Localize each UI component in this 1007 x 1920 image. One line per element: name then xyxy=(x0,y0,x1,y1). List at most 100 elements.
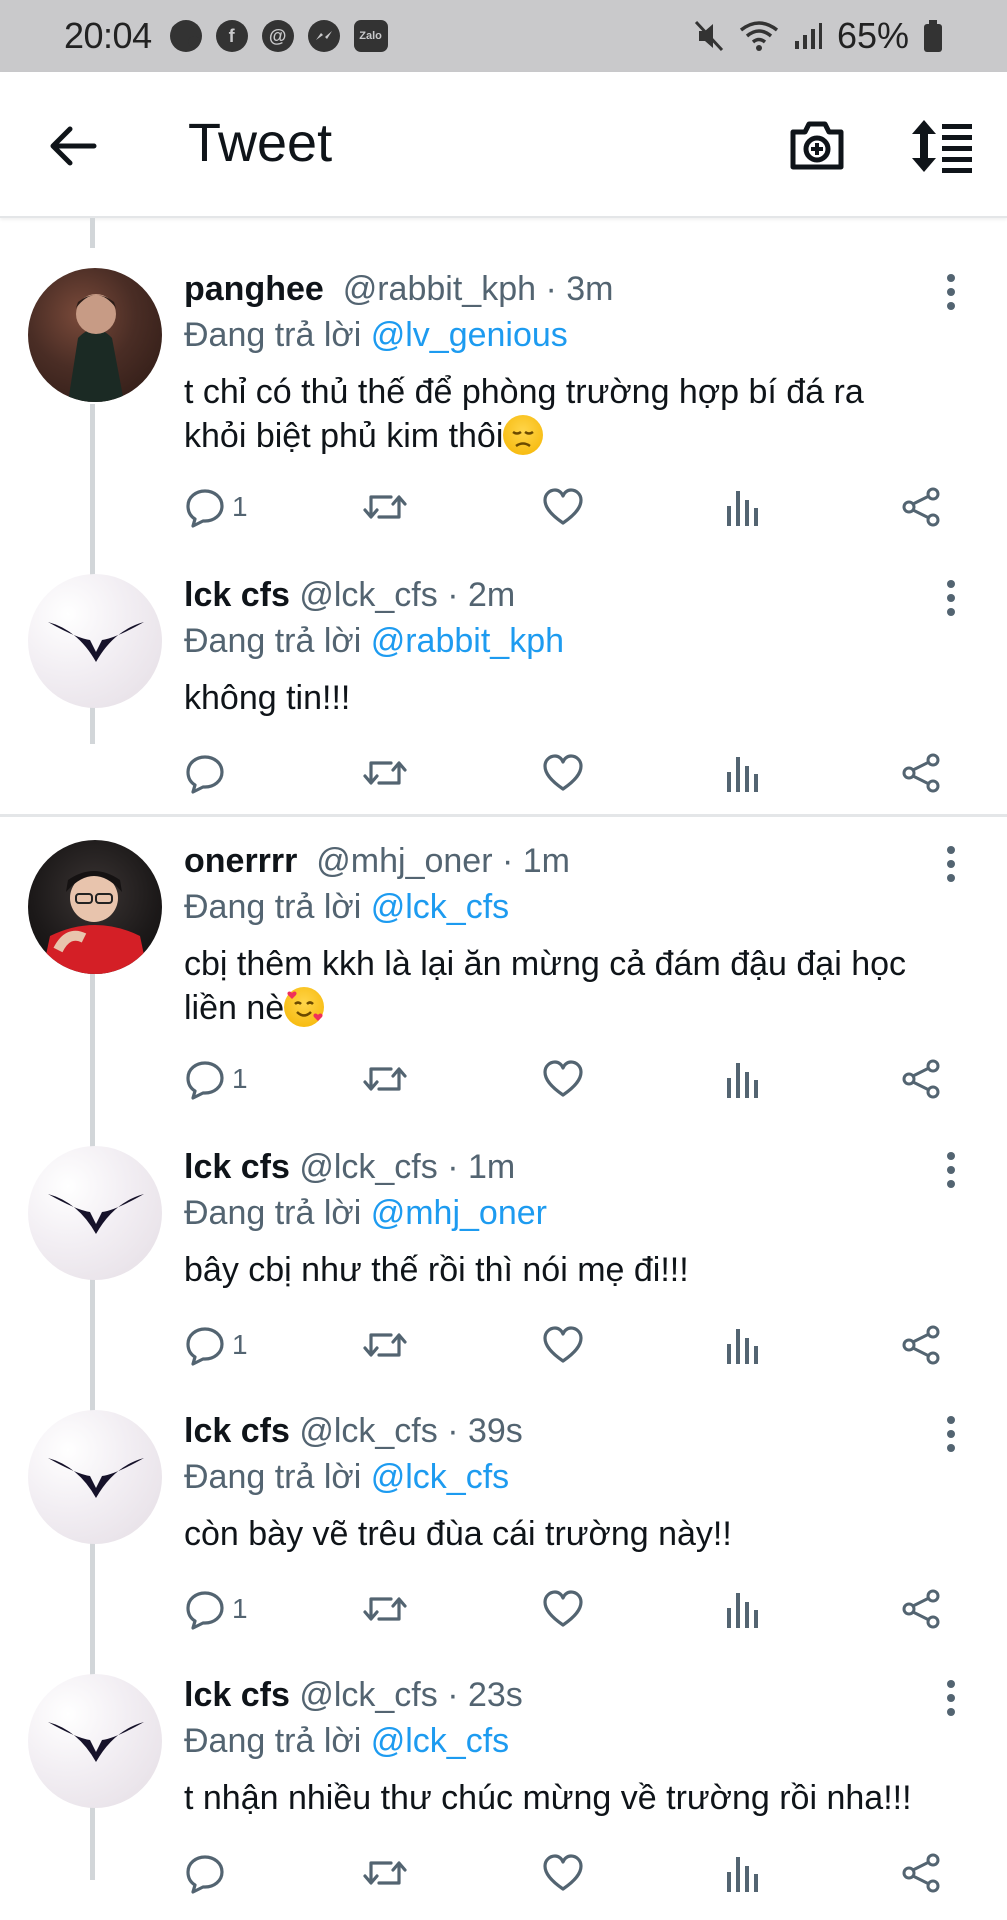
retweet-button[interactable] xyxy=(362,1058,408,1100)
timestamp: 23s xyxy=(467,1676,523,1714)
camera-plus-icon xyxy=(790,121,844,170)
share-icon xyxy=(902,1059,940,1099)
reply-button[interactable]: 1 xyxy=(184,1588,248,1630)
tweet-text: còn bày vẽ trêu đùa cái trường này!! xyxy=(184,1515,732,1553)
mention-link[interactable]: @mhj_oner xyxy=(371,1194,547,1232)
reply-prefix: Đang trả lời xyxy=(184,622,362,660)
heart-icon xyxy=(543,1590,583,1627)
reply-button[interactable]: 1 xyxy=(184,1058,248,1100)
views-button[interactable] xyxy=(724,1058,760,1100)
more-vertical-icon xyxy=(947,1680,955,1716)
views-button[interactable] xyxy=(724,752,760,794)
more-button[interactable] xyxy=(936,578,966,618)
reply-prefix: Đang trả lời xyxy=(184,316,362,354)
camera-button[interactable] xyxy=(788,118,846,172)
tweet-text: cbị thêm kkh là lại ăn mừng cả đám đậu đ… xyxy=(184,945,907,1027)
reply-prefix: Đang trả lời xyxy=(184,888,362,926)
mention-link[interactable]: @lv_genious xyxy=(371,316,568,354)
reply-button[interactable]: 1 xyxy=(184,486,248,528)
reply-icon xyxy=(186,1591,224,1630)
retweet-button[interactable] xyxy=(362,486,408,528)
avatar[interactable] xyxy=(28,1674,162,1808)
display-name[interactable]: onerrrr xyxy=(184,842,297,880)
sort-button[interactable] xyxy=(910,118,976,174)
views-button[interactable] xyxy=(724,1852,760,1894)
reply-button[interactable] xyxy=(184,1852,232,1894)
more-vertical-icon xyxy=(947,274,955,310)
user-handle: @lck_cfs xyxy=(299,1148,438,1186)
thread-separator xyxy=(0,814,1007,817)
more-button[interactable] xyxy=(936,844,966,884)
mention-link[interactable]: @lck_cfs xyxy=(371,1458,509,1496)
tweet-actions: 1 xyxy=(0,1324,1007,1374)
signal-icon xyxy=(794,23,822,49)
share-button[interactable] xyxy=(900,752,942,794)
like-button[interactable] xyxy=(542,1852,584,1894)
like-button[interactable] xyxy=(542,1588,584,1630)
sort-icon xyxy=(912,120,972,173)
views-button[interactable] xyxy=(724,486,760,528)
share-icon xyxy=(902,487,940,527)
back-button[interactable] xyxy=(44,116,104,176)
timestamp: 1m xyxy=(467,1148,516,1186)
smiling-face-hearts-emoji xyxy=(284,987,325,1027)
avatar[interactable] xyxy=(28,840,162,974)
display-name[interactable]: lck cfs xyxy=(184,1676,290,1714)
tweet-header: lck cfs @lck_cfs · 2m xyxy=(184,576,516,614)
reply-prefix: Đang trả lời xyxy=(184,1722,362,1760)
timestamp: 39s xyxy=(467,1412,523,1450)
display-name[interactable]: lck cfs xyxy=(184,1148,290,1186)
more-button[interactable] xyxy=(936,1414,966,1454)
like-button[interactable] xyxy=(542,1324,584,1366)
mention-link[interactable]: @lck_cfs xyxy=(371,888,509,926)
views-button[interactable] xyxy=(724,1324,760,1366)
status-bar: 20:04 f @ Zalo 65% xyxy=(0,0,1007,72)
analytics-icon xyxy=(727,1063,758,1098)
like-button[interactable] xyxy=(542,752,584,794)
retweet-button[interactable] xyxy=(362,1588,408,1630)
retweet-icon xyxy=(363,1333,407,1357)
display-name[interactable]: lck cfs xyxy=(184,1412,290,1450)
arrow-left-icon xyxy=(50,126,97,166)
lck-logo-icon xyxy=(48,1722,144,1762)
like-button[interactable] xyxy=(542,486,584,528)
mention-link[interactable]: @rabbit_kph xyxy=(371,622,564,660)
tweet-header: panghee @rabbit_kph · 3m xyxy=(184,270,614,308)
share-button[interactable] xyxy=(900,486,942,528)
share-button[interactable] xyxy=(900,1588,942,1630)
reply-icon xyxy=(186,1327,224,1366)
retweet-button[interactable] xyxy=(362,1852,408,1894)
tweet-header: lck cfs @lck_cfs · 39s xyxy=(184,1412,523,1450)
tweet-actions: 1 xyxy=(0,1588,1007,1638)
share-button[interactable] xyxy=(900,1324,942,1366)
more-button[interactable] xyxy=(936,272,966,312)
display-name[interactable]: lck cfs xyxy=(184,576,290,614)
reply-thread[interactable]: panghee @rabbit_kph · 3m Đang trả lời @l… xyxy=(0,218,1007,1920)
tweet-header: lck cfs @lck_cfs · 23s xyxy=(184,1676,523,1714)
avatar[interactable] xyxy=(28,268,162,402)
tweet-text: t chỉ có thủ thế để phòng trường hợp bí … xyxy=(184,373,864,455)
share-icon xyxy=(902,1589,940,1629)
more-button[interactable] xyxy=(936,1150,966,1190)
avatar[interactable] xyxy=(28,574,162,708)
heart-icon xyxy=(543,1326,583,1363)
mention-link[interactable]: @lck_cfs xyxy=(371,1722,509,1760)
tweet-text: không tin!!! xyxy=(184,679,351,717)
share-button[interactable] xyxy=(900,1058,942,1100)
timestamp: 1m xyxy=(522,842,570,880)
avatar[interactable] xyxy=(28,1146,162,1280)
battery-icon xyxy=(924,20,942,52)
avatar[interactable] xyxy=(28,1410,162,1544)
like-button[interactable] xyxy=(542,1058,584,1100)
views-button[interactable] xyxy=(724,1588,760,1630)
more-button[interactable] xyxy=(936,1678,966,1718)
retweet-button[interactable] xyxy=(362,752,408,794)
share-button[interactable] xyxy=(900,1852,942,1894)
share-icon xyxy=(902,1853,940,1893)
retweet-button[interactable] xyxy=(362,1324,408,1366)
reply-button[interactable]: 1 xyxy=(184,1324,248,1366)
display-name[interactable]: panghee xyxy=(184,270,324,308)
reply-button[interactable] xyxy=(184,752,232,794)
mute-icon xyxy=(694,20,724,52)
reply-context: Đang trả lời @mhj_oner xyxy=(184,1194,547,1233)
